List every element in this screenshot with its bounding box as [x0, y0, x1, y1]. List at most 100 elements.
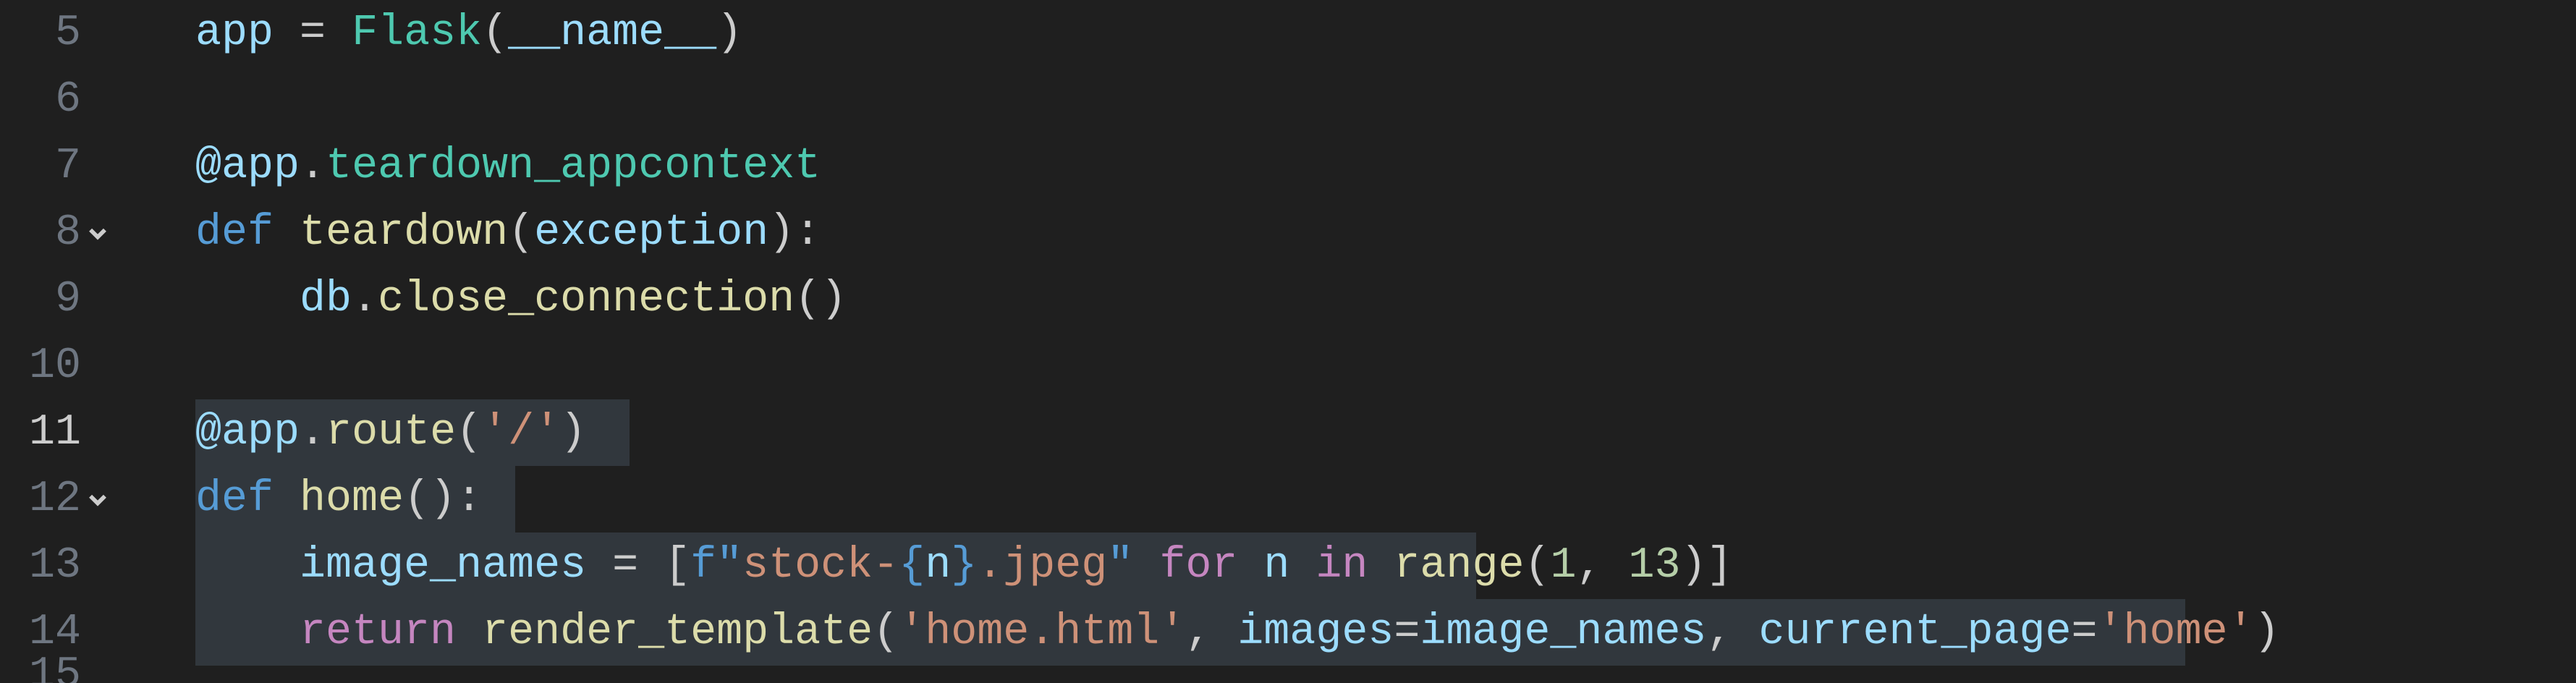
code-text[interactable]: @app.route('/')	[195, 399, 2576, 466]
code-token	[274, 475, 300, 524]
code-token: def	[195, 475, 274, 524]
code-token: 'home'	[2098, 608, 2254, 657]
decorator-name: teardown_appcontext	[326, 142, 821, 191]
code-token: )	[716, 9, 742, 58]
code-line[interactable]: 6	[0, 67, 2576, 133]
code-token: '/'	[482, 408, 560, 457]
code-token: =	[1394, 608, 1420, 657]
code-token: (	[873, 608, 899, 657]
code-token: (	[456, 408, 482, 457]
code-line[interactable]: 12 def home():	[0, 466, 2576, 533]
line-number: 10	[0, 333, 81, 399]
fold-gutter[interactable]	[81, 221, 114, 245]
code-token: {	[899, 541, 925, 590]
code-token: .jpeg	[977, 541, 1107, 590]
code-token: 1	[1550, 541, 1576, 590]
chevron-down-icon[interactable]	[85, 487, 110, 512]
code-token	[1289, 541, 1315, 590]
code-token: ):	[768, 208, 821, 258]
code-token: Flask	[352, 9, 482, 58]
line-number: 15	[0, 666, 81, 683]
code-token: )	[560, 408, 586, 457]
code-token: ()	[795, 275, 847, 324]
code-token: image_names	[300, 541, 586, 590]
line-number: 5	[0, 0, 81, 67]
code-token: db	[300, 275, 352, 324]
code-token: def	[195, 208, 274, 258]
code-token: .	[352, 275, 378, 324]
code-token: range	[1394, 541, 1524, 590]
fold-gutter[interactable]	[81, 487, 114, 512]
code-line[interactable]: 5 app = Flask(__name__)	[0, 0, 2576, 67]
line-number: 11	[0, 399, 81, 466]
code-token: return	[300, 608, 456, 657]
code-line[interactable]: 13 image_names = [f"stock-{n}.jpeg" for …	[0, 533, 2576, 599]
code-line[interactable]: 7 @app.teardown_appcontext	[0, 133, 2576, 200]
code-token: (	[1524, 541, 1550, 590]
code-line[interactable]: 10	[0, 333, 2576, 399]
code-token: 13	[1629, 541, 1681, 590]
line-number: 6	[0, 67, 81, 133]
code-token: = [	[586, 541, 690, 590]
line-number: 13	[0, 533, 81, 599]
code-token: =	[2072, 608, 2098, 657]
code-token: exception	[534, 208, 768, 258]
code-token	[1133, 541, 1159, 590]
code-token: in	[1315, 541, 1368, 590]
code-text[interactable]: db.close_connection()	[195, 266, 2576, 333]
code-token: )	[2254, 608, 2280, 657]
code-token: current_page	[1758, 608, 2071, 657]
code-token: render_template	[482, 608, 873, 657]
code-token: (	[508, 208, 534, 258]
code-token: ():	[404, 475, 482, 524]
code-token: ,	[1576, 541, 1628, 590]
code-token: ,	[1706, 608, 1758, 657]
code-token: n	[1263, 541, 1289, 590]
code-token: }	[951, 541, 977, 590]
code-token: for	[1159, 541, 1237, 590]
code-token	[1237, 541, 1263, 590]
code-token: app	[195, 9, 274, 58]
line-number: 7	[0, 133, 81, 200]
line-number: 9	[0, 266, 81, 333]
code-token: 'home.html'	[899, 608, 1185, 657]
code-token: =	[274, 9, 352, 58]
code-token: app	[221, 408, 300, 457]
code-line[interactable]: 14 return render_template('home.html', i…	[0, 599, 2576, 666]
code-token: close_connection	[378, 275, 795, 324]
line-number: 12	[0, 466, 81, 533]
code-line[interactable]: 8 def teardown(exception):	[0, 200, 2576, 266]
chevron-down-icon[interactable]	[85, 221, 110, 245]
code-editor[interactable]: 5 app = Flask(__name__) 6 7 @app.teardow…	[0, 0, 2576, 683]
code-token: )]	[1681, 541, 1733, 590]
line-number: 8	[0, 200, 81, 266]
code-token: @	[195, 408, 221, 457]
code-token: __name__	[508, 9, 716, 58]
code-token: f"	[690, 541, 742, 590]
code-text[interactable]: @app.teardown_appcontext	[195, 133, 2576, 200]
code-line[interactable]: 15	[0, 666, 2576, 683]
code-token: stock-	[742, 541, 899, 590]
code-text[interactable]: def teardown(exception):	[195, 200, 2576, 266]
code-token: ,	[1185, 608, 1237, 657]
code-token: .	[300, 142, 326, 191]
code-token	[1368, 541, 1394, 590]
code-text[interactable]: image_names = [f"stock-{n}.jpeg" for n i…	[195, 533, 2576, 599]
code-token: images	[1237, 608, 1394, 657]
code-token	[456, 608, 482, 657]
code-token: (	[482, 9, 508, 58]
code-token: app	[221, 142, 300, 191]
code-text[interactable]: def home():	[195, 466, 2576, 533]
code-token: "	[1107, 541, 1133, 590]
code-text[interactable]: app = Flask(__name__)	[195, 0, 2576, 67]
code-line[interactable]: 9 db.close_connection()	[0, 266, 2576, 333]
code-line[interactable]: 11 @app.route('/')	[0, 399, 2576, 466]
code-token: @	[195, 142, 221, 191]
function-name: home	[300, 475, 404, 524]
code-token: n	[925, 541, 951, 590]
function-name: teardown	[300, 208, 508, 258]
decorator-name: route	[326, 408, 456, 457]
code-text[interactable]: return render_template('home.html', imag…	[195, 599, 2576, 666]
code-token: image_names	[1420, 608, 1706, 657]
code-token: .	[300, 408, 326, 457]
